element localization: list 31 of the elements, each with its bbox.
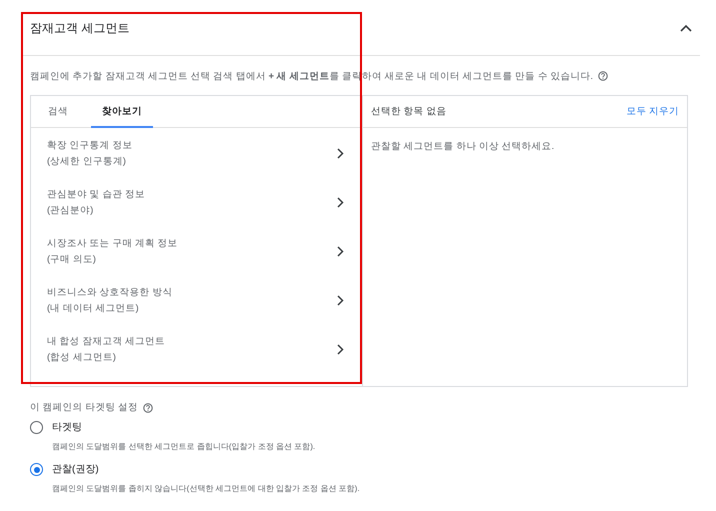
- category-title[interactable]: 관심분야 및 습관 정보: [47, 188, 145, 201]
- option-title: 타겟팅: [52, 421, 83, 435]
- help-icon[interactable]: [142, 402, 153, 412]
- chevron-right-icon[interactable]: [337, 197, 344, 208]
- category-title[interactable]: 확장 인구통계 정보: [47, 139, 132, 152]
- category-title[interactable]: 내 합성 잠재고객 세그먼트: [47, 335, 165, 348]
- tab[interactable]: 찾아보기: [91, 96, 153, 128]
- category-subtitle: (구매 의도): [47, 253, 97, 266]
- tab[interactable]: 검색: [37, 96, 79, 128]
- selection-heading: 선택한 항목 없음: [371, 105, 446, 118]
- radio-button[interactable]: [30, 463, 43, 476]
- chevron-right-icon[interactable]: [337, 295, 344, 306]
- section-title: 잠재고객 세그먼트: [30, 20, 130, 36]
- help-icon[interactable]: [598, 71, 608, 81]
- collapse-icon[interactable]: [680, 24, 692, 32]
- category-title[interactable]: 비즈니스와 상호작용한 방식: [47, 286, 172, 299]
- chevron-right-icon[interactable]: [337, 246, 344, 257]
- option-title: 관찰(권장): [52, 463, 100, 477]
- category-subtitle: (관심분야): [47, 204, 94, 217]
- radio-button[interactable]: [30, 421, 43, 434]
- chevron-right-icon[interactable]: [337, 344, 344, 355]
- option-description: 캠페인의 도달범위를 선택한 세그먼트로 좁힙니다(입찰가 조정 옵션 포함).: [52, 441, 316, 453]
- category-subtitle: (상세한 인구통계): [47, 155, 127, 168]
- category-title[interactable]: 시장조사 또는 구매 계획 정보: [47, 237, 178, 250]
- targeting-label: 이 캠페인의 타겟팅 설정: [30, 401, 138, 414]
- category-subtitle: (내 데이터 세그먼트): [47, 302, 140, 315]
- category-subtitle: (합성 세그먼트): [47, 351, 117, 364]
- chevron-right-icon[interactable]: [337, 148, 344, 159]
- option-description: 캠페인의 도달범위를 좁히지 않습니다(선택한 세그먼트에 대한 입찰가 조정 옵션 포함).: [52, 483, 361, 495]
- clear-all-link[interactable]: 모두 지우기: [626, 105, 679, 118]
- empty-message: 관찰할 세그먼트를 하나 이상 선택하세요.: [370, 140, 556, 154]
